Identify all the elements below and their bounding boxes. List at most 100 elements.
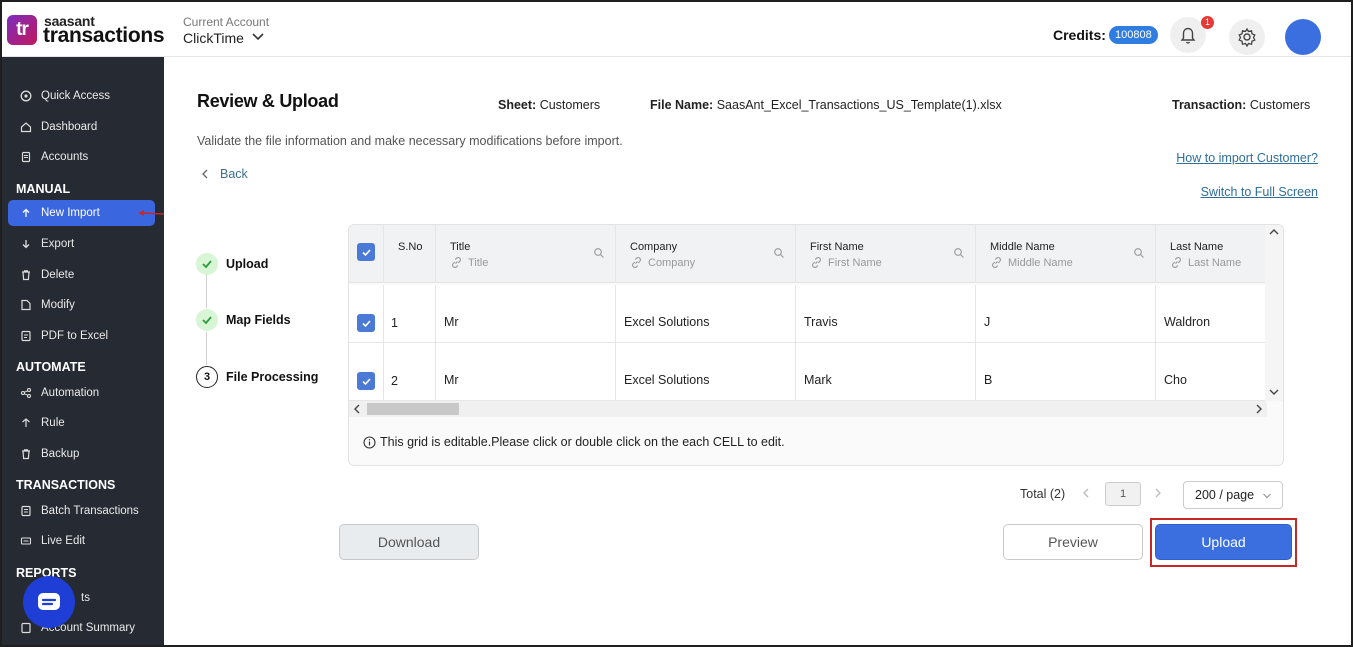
sidebar-item-label: Live Edit — [41, 535, 86, 547]
export-icon — [22, 240, 30, 249]
header-cell-title[interactable]: Title Title — [436, 225, 616, 282]
row-checkbox[interactable] — [357, 314, 375, 332]
cell-value: Mr — [444, 373, 459, 387]
page-title: Review & Upload — [197, 91, 339, 111]
preview-button[interactable]: Preview — [1003, 524, 1143, 560]
grid-cell[interactable]: Excel Solutions — [616, 285, 796, 342]
chevron-down-icon[interactable] — [1268, 387, 1280, 397]
sidebar-item-quick-access[interactable]: Quick Access — [8, 83, 155, 109]
mapped-field-label: Last Name — [1188, 256, 1242, 269]
account-selector[interactable]: ClickTime — [183, 30, 244, 46]
row-checkbox[interactable] — [357, 372, 375, 390]
chat-widget-button[interactable] — [23, 576, 75, 628]
chevron-right-icon[interactable] — [1254, 403, 1264, 415]
batch-icon — [21, 505, 31, 517]
row-sno: 2 — [391, 374, 398, 388]
header-cell-middle-name[interactable]: Middle Name Middle Name — [976, 225, 1156, 282]
sidebar-item-delete[interactable]: Delete — [8, 262, 155, 288]
arrow-pointer-icon — [138, 210, 164, 216]
header-cell-last-name[interactable]: Last Name Last Name — [1156, 225, 1267, 282]
sheet-info: Sheet: Customers — [498, 98, 600, 112]
search-icon[interactable] — [773, 247, 785, 259]
cell-value: Mark — [804, 373, 832, 387]
sidebar-item-automation[interactable]: Automation — [8, 380, 155, 406]
grid-cell[interactable]: Mr — [436, 285, 616, 342]
search-icon[interactable] — [593, 247, 605, 259]
sidebar-item-label: Accounts — [41, 151, 89, 163]
grid-cell[interactable]: B — [976, 343, 1156, 400]
vertical-scrollbar[interactable] — [1265, 225, 1283, 401]
sidebar-item-rule[interactable]: Rule — [8, 410, 155, 436]
modify-icon — [21, 299, 31, 311]
accounts-icon — [21, 151, 31, 163]
sidebar-item-modify[interactable]: Modify — [8, 292, 155, 318]
sidebar-item-label: Batch Transactions — [41, 505, 139, 517]
sidebar-item-label: New Import — [41, 207, 100, 219]
current-page[interactable]: 1 — [1105, 482, 1141, 506]
chevron-up-icon[interactable] — [1268, 227, 1280, 237]
user-avatar[interactable] — [1285, 19, 1321, 55]
cell-value: Waldron — [1164, 315, 1211, 329]
sidebar-item-label: PDF to Excel — [41, 330, 109, 342]
grid-cell[interactable]: Excel Solutions — [616, 343, 796, 400]
header-cell-first-name[interactable]: First Name First Name — [796, 225, 976, 282]
upload-button[interactable]: Upload — [1155, 524, 1292, 560]
grid-cell[interactable]: Mark — [796, 343, 976, 400]
page-size-select[interactable]: 200 / page — [1183, 481, 1283, 509]
mapped-field-label: Middle Name — [1008, 256, 1073, 269]
credits-badge: 100808 — [1109, 26, 1158, 44]
sidebar-item-pdf-to-excel[interactable]: PDF to Excel — [8, 323, 155, 349]
row-sno-cell: 2 — [384, 343, 436, 400]
transaction-value: Customers — [1249, 98, 1311, 112]
transaction-info: Transaction: Customers — [1172, 98, 1310, 112]
sidebar-item-label: Modify — [41, 299, 75, 311]
sidebar-item-live-edit[interactable]: Live Edit — [8, 528, 155, 554]
sidebar-item-accounts[interactable]: Accounts — [8, 144, 155, 170]
page-subtitle: Validate the file information and make n… — [197, 134, 623, 148]
sidebar-item-new-import[interactable]: New Import — [8, 200, 155, 226]
sidebar-item-batch-transactions[interactable]: Batch Transactions — [8, 498, 155, 524]
app-frame: tr saasant transactions Current Account … — [0, 0, 1353, 647]
sidebar-section-transactions: TRANSACTIONS — [16, 478, 116, 492]
sidebar-item-label: Delete — [41, 269, 75, 281]
column-header: Middle Name — [990, 241, 1055, 253]
automation-icon — [20, 387, 32, 399]
full-screen-link[interactable]: Switch to Full Screen — [1201, 185, 1318, 199]
prev-page-icon[interactable] — [1081, 487, 1091, 499]
settings-button[interactable] — [1229, 19, 1265, 55]
column-header: Company — [630, 241, 678, 253]
horizontal-scrollbar[interactable] — [349, 401, 1267, 417]
sidebar-item-dashboard[interactable]: Dashboard — [8, 114, 155, 140]
live-edit-icon — [20, 537, 32, 545]
select-all-checkbox[interactable] — [357, 243, 375, 261]
mapped-field-label: Company — [648, 256, 696, 269]
link-icon — [812, 256, 821, 269]
grid-cell[interactable]: J — [976, 285, 1156, 342]
column-header: First Name — [810, 241, 864, 253]
link-icon — [452, 256, 461, 269]
grid-cell[interactable]: Mr — [436, 343, 616, 400]
search-icon[interactable] — [1133, 247, 1145, 259]
chevron-left-icon[interactable] — [352, 403, 362, 415]
pdf-icon — [21, 330, 31, 342]
grid-cell[interactable]: Waldron — [1156, 285, 1267, 342]
sidebar-item-export[interactable]: Export — [8, 231, 155, 257]
trash-icon — [22, 270, 30, 281]
check-icon — [196, 253, 218, 275]
download-button[interactable]: Download — [339, 524, 479, 560]
transaction-label: Transaction: — [1172, 98, 1247, 112]
search-icon[interactable] — [953, 247, 965, 259]
grid-cell[interactable]: Cho — [1156, 343, 1267, 400]
cell-value: Cho — [1164, 373, 1187, 387]
chevron-down-icon[interactable] — [251, 29, 265, 43]
step-upload: Upload — [196, 253, 268, 275]
scrollbar-thumb[interactable] — [367, 403, 459, 415]
sidebar-item-backup[interactable]: Backup — [8, 441, 155, 467]
how-to-import-link[interactable]: How to import Customer? — [1176, 151, 1318, 165]
grid-cell[interactable]: Travis — [796, 285, 976, 342]
mapped-field-label: First Name — [828, 256, 882, 269]
back-link[interactable]: Back — [198, 167, 248, 181]
next-page-icon[interactable] — [1153, 487, 1163, 499]
mapped-field: Title — [450, 256, 488, 269]
header-cell-company[interactable]: Company Company — [616, 225, 796, 282]
